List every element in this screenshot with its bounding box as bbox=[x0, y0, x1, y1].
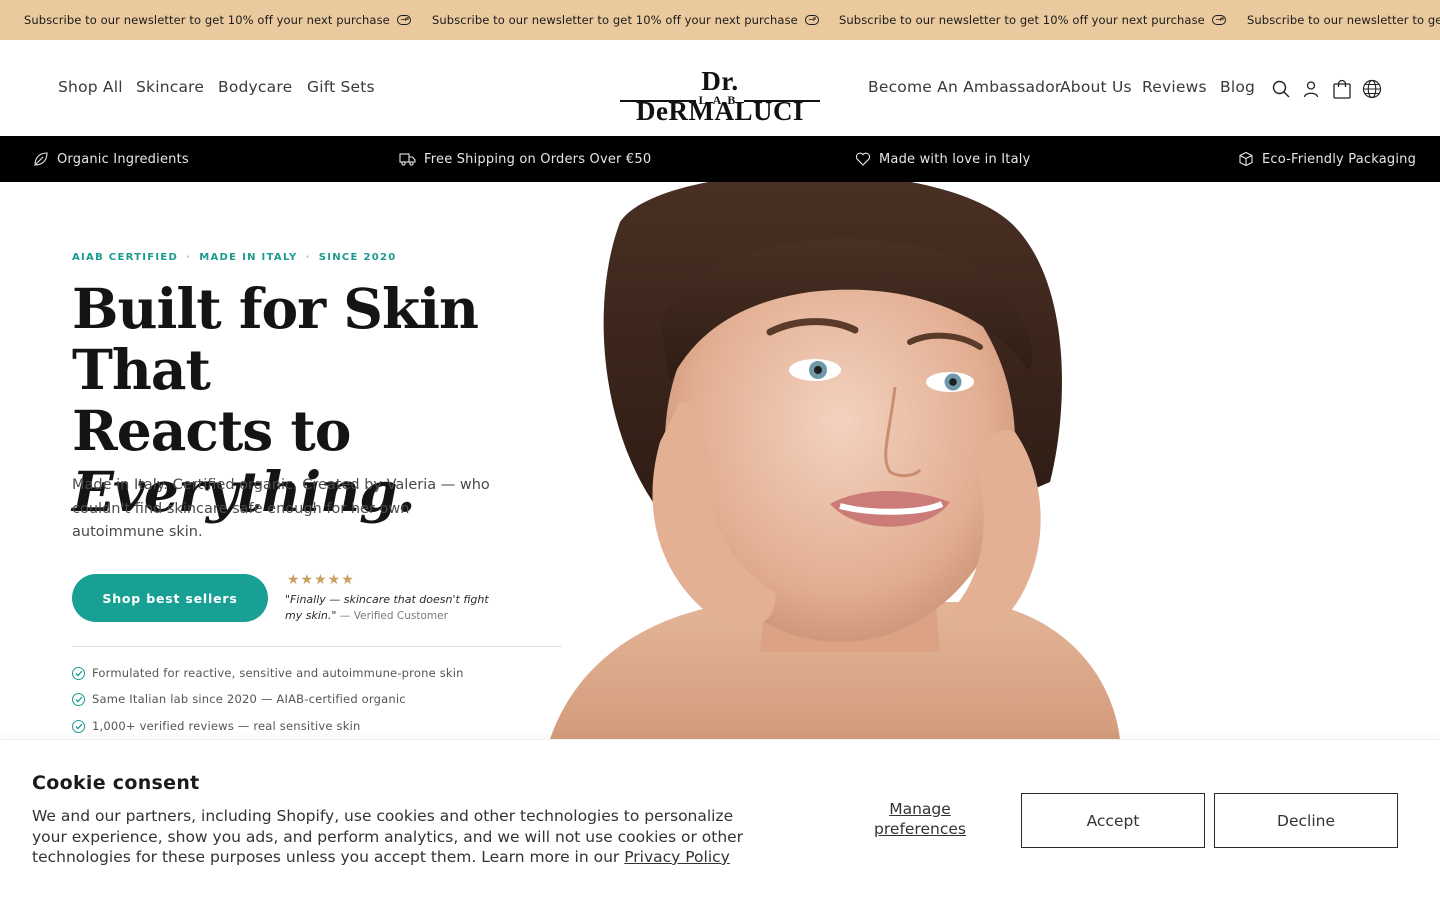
heart-icon bbox=[855, 152, 871, 166]
nav-gift-sets[interactable]: Gift Sets bbox=[307, 78, 375, 96]
site-header: Shop All Skincare Bodycare Gift Sets Dr.… bbox=[0, 40, 1440, 136]
hero-subtext: Made in Italy. Certified organic. Create… bbox=[72, 477, 490, 540]
globe-icon[interactable] bbox=[1361, 78, 1383, 100]
customer-quote: "Finally — skincare that doesn't fight m… bbox=[285, 592, 505, 624]
nav-skincare[interactable]: Skincare bbox=[136, 78, 204, 96]
manage-preferences-link[interactable]: Manage preferences bbox=[860, 799, 980, 839]
announcement-item[interactable]: Subscribe to our newsletter to get 10% o… bbox=[24, 0, 411, 40]
announcement-item[interactable]: Subscribe to our newsletter to get 10% o… bbox=[432, 0, 819, 40]
announcement-item[interactable]: Subscribe to our newsletter to get 10% o… bbox=[839, 0, 1226, 40]
eyebrow-item: AIAB CERTIFIED bbox=[72, 252, 179, 263]
cookie-title: Cookie consent bbox=[32, 772, 200, 794]
nav-shop-all[interactable]: Shop All bbox=[58, 78, 123, 96]
announcement-bar: Subscribe to our newsletter to get 10% o… bbox=[0, 0, 1440, 40]
feature-label: Free Shipping on Orders Over €50 bbox=[424, 151, 652, 167]
announcement-text: Subscribe to our newsletter to get 10% o… bbox=[1247, 13, 1440, 27]
feature-label: Organic Ingredients bbox=[57, 151, 189, 167]
feature-love-italy: Made with love in Italy bbox=[855, 136, 1030, 182]
site-logo[interactable]: Dr. DeRMALUCI LAB bbox=[620, 66, 820, 126]
eyebrow-separator: · bbox=[186, 252, 192, 263]
truck-icon bbox=[399, 153, 416, 166]
account-icon[interactable] bbox=[1300, 78, 1322, 100]
announcement-text: Subscribe to our newsletter to get 10% o… bbox=[839, 13, 1205, 27]
check-circle-icon bbox=[72, 719, 85, 733]
separator-dot bbox=[1221, 17, 1224, 20]
logo-rule bbox=[744, 100, 820, 102]
benefit-text: 1,000+ verified reviews — real sensitive… bbox=[92, 719, 361, 733]
benefit-item: 1,000+ verified reviews — real sensitive… bbox=[72, 718, 361, 734]
hero-section: AIAB CERTIFIED · MADE IN ITALY · SINCE 2… bbox=[0, 182, 1440, 739]
check-circle-icon bbox=[72, 666, 85, 680]
benefit-item: Formulated for reactive, sensitive and a… bbox=[72, 665, 464, 681]
nav-reviews[interactable]: Reviews bbox=[1142, 78, 1207, 96]
eyebrow-item: MADE IN ITALY bbox=[199, 252, 298, 263]
eyebrow-item: SINCE 2020 bbox=[318, 252, 397, 263]
hero-portrait-image bbox=[510, 182, 1170, 739]
cart-icon[interactable] bbox=[1331, 78, 1353, 100]
cookie-consent-banner: Cookie consent We and our partners, incl… bbox=[0, 739, 1440, 900]
announcement-text: Subscribe to our newsletter to get 10% o… bbox=[24, 13, 390, 27]
headline-line-2: Reacts to bbox=[72, 398, 351, 463]
check-circle-icon bbox=[72, 692, 85, 706]
announcement-text: Subscribe to our newsletter to get 10% o… bbox=[432, 13, 798, 27]
arrow-right-icon: → bbox=[396, 15, 411, 25]
benefit-text: Same Italian lab since 2020 — AIAB-certi… bbox=[92, 692, 406, 706]
separator-dot bbox=[406, 17, 409, 20]
accept-button[interactable]: Accept bbox=[1021, 793, 1205, 848]
leaf-icon bbox=[34, 152, 48, 166]
feature-shipping: Free Shipping on Orders Over €50 bbox=[399, 136, 651, 182]
nav-about-us[interactable]: About Us bbox=[1060, 78, 1132, 96]
separator-dot bbox=[813, 17, 816, 20]
decline-button[interactable]: Decline bbox=[1214, 793, 1398, 848]
search-icon[interactable] bbox=[1270, 78, 1292, 100]
benefit-item: Same Italian lab since 2020 — AIAB-certi… bbox=[72, 691, 406, 707]
feature-label: Made with love in Italy bbox=[879, 151, 1031, 167]
quote-author: — Verified Customer bbox=[339, 610, 448, 622]
announcement-item[interactable]: Subscribe to our newsletter to get 10% o… bbox=[1247, 0, 1440, 40]
headline-line-1: Built for Skin That bbox=[72, 276, 479, 402]
eyebrow-separator: · bbox=[305, 252, 311, 263]
cookie-text: We and our partners, including Shopify, … bbox=[32, 806, 752, 868]
box-icon bbox=[1239, 151, 1253, 167]
feature-label: Eco-Friendly Packaging bbox=[1262, 151, 1417, 167]
feature-strip: Organic Ingredients Free Shipping on Ord… bbox=[0, 136, 1440, 182]
nav-blog[interactable]: Blog bbox=[1220, 78, 1255, 96]
hero-eyebrow: AIAB CERTIFIED · MADE IN ITALY · SINCE 2… bbox=[72, 252, 397, 263]
privacy-policy-link[interactable]: Privacy Policy bbox=[624, 848, 730, 866]
shop-best-sellers-button[interactable]: Shop best sellers bbox=[72, 574, 268, 622]
feature-organic: Organic Ingredients bbox=[33, 136, 189, 182]
benefit-text: Formulated for reactive, sensitive and a… bbox=[92, 666, 464, 680]
arrow-right-icon: → bbox=[804, 15, 819, 25]
nav-bodycare[interactable]: Bodycare bbox=[218, 78, 292, 96]
arrow-right-icon: → bbox=[1211, 15, 1226, 25]
hero-divider bbox=[72, 646, 562, 647]
nav-become-ambassador[interactable]: Become An Ambassador bbox=[868, 78, 1061, 96]
feature-eco: Eco-Friendly Packaging bbox=[1238, 136, 1416, 182]
rating-stars: ★★★★★ bbox=[287, 571, 355, 587]
